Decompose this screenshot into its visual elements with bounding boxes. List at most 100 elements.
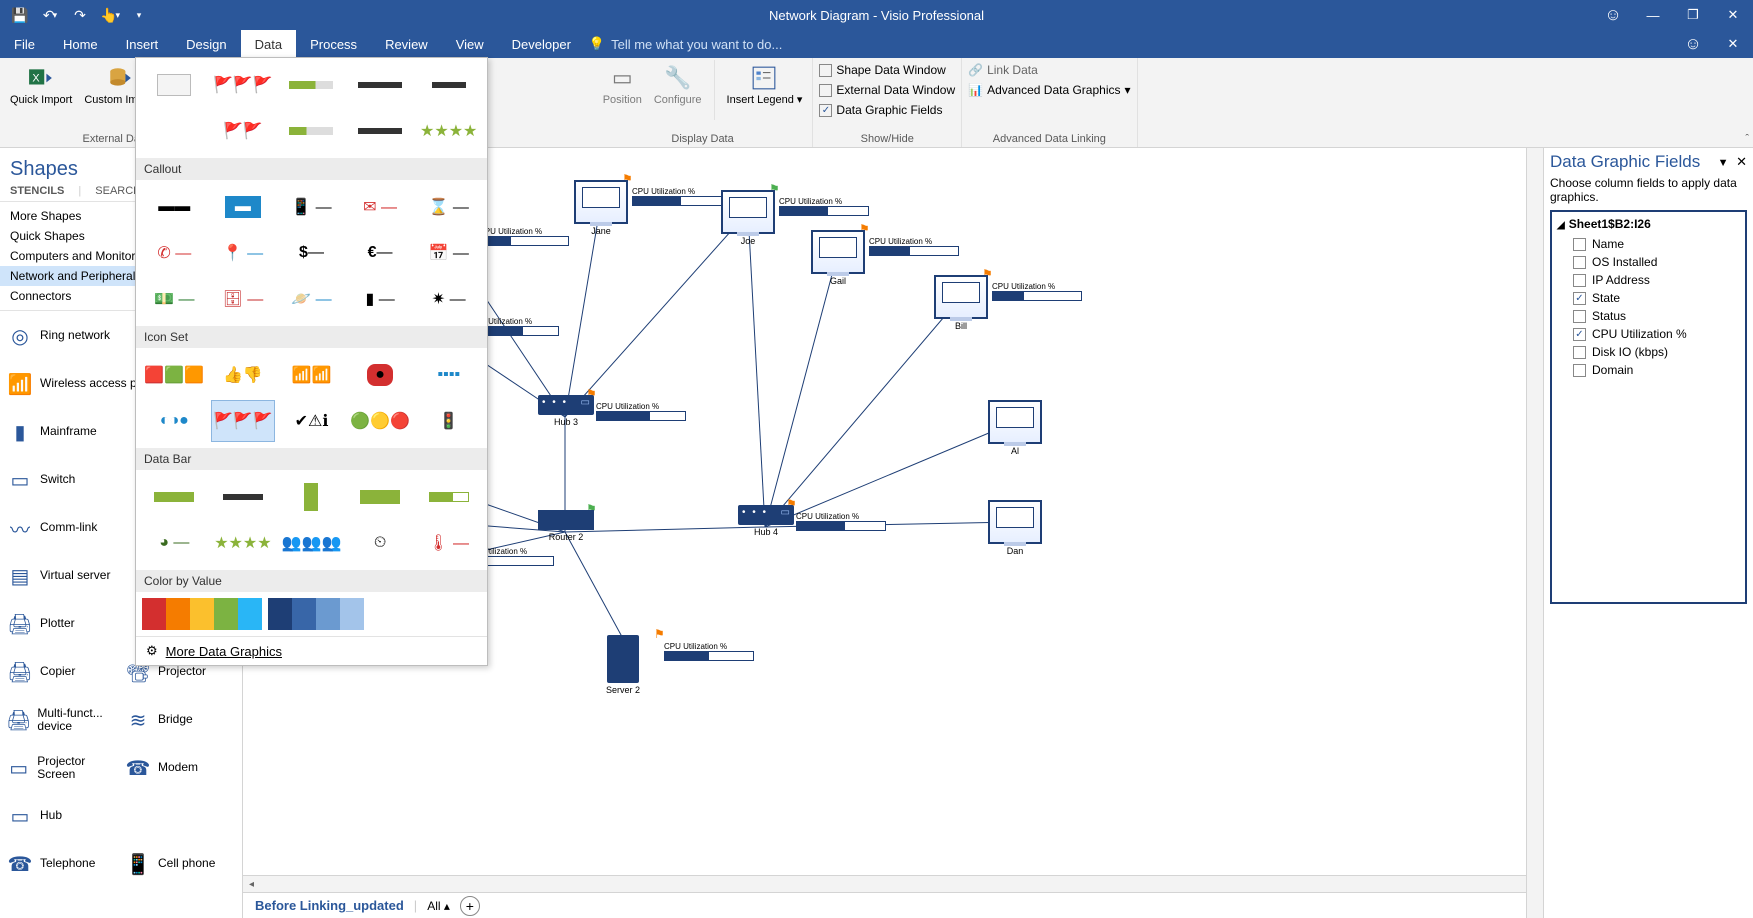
dg-callout-phone2[interactable]: ✆ — [142, 232, 207, 274]
tab-stencils[interactable]: STENCILS [10, 185, 64, 197]
dg-text-2[interactable] [416, 64, 481, 106]
dg-callout-planet[interactable]: 🪐 — [279, 278, 344, 320]
vertical-scrollbar[interactable] [1526, 148, 1543, 918]
dg-icon-toggle[interactable]: ● [348, 354, 413, 396]
link-data-button[interactable]: 🔗Link Data [968, 60, 1038, 80]
dg-callout-calendar[interactable]: 📅 — [416, 232, 481, 274]
dg-icon-pies[interactable]: ◐◑● [142, 400, 207, 442]
dg-bar-people[interactable]: 👥👥👥 [279, 522, 344, 564]
field-checkbox[interactable]: Status [1555, 307, 1742, 325]
add-page-button[interactable]: + [460, 896, 480, 916]
menu-insert[interactable]: Insert [112, 30, 173, 58]
dg-flags-2[interactable]: 🚩🚩 [211, 110, 276, 152]
dg-none[interactable] [142, 64, 207, 106]
dg-progress[interactable] [279, 64, 344, 106]
fields-root[interactable]: ◢Sheet1$B2:I26 [1555, 215, 1742, 235]
shape-item[interactable]: ☎Telephone [6, 850, 118, 878]
restore-icon[interactable]: ❐ [1673, 0, 1713, 30]
dg-icon-traffic[interactable]: 🚦 [416, 400, 481, 442]
sheet-tab-1[interactable]: Before Linking_updated [255, 898, 404, 913]
dg-callout-money[interactable]: 💵 — [142, 278, 207, 320]
dg-text-1[interactable] [348, 64, 413, 106]
shape-item[interactable]: 🖨Multi-funct... device [6, 706, 118, 734]
close-document-icon[interactable]: ✕ [1713, 29, 1753, 59]
dg-progress-2[interactable] [279, 110, 344, 152]
shape-item[interactable]: 📱Cell phone [124, 850, 236, 878]
dg-callout-db[interactable]: 🗄 — [211, 278, 276, 320]
menu-review[interactable]: Review [371, 30, 442, 58]
shape-item[interactable]: ▭Projector Screen [6, 754, 118, 782]
dg-callout-euro[interactable]: € — [348, 232, 413, 274]
field-checkbox[interactable]: OS Installed [1555, 253, 1742, 271]
shape-item[interactable]: ☎Modem [124, 754, 236, 782]
menu-data[interactable]: Data [241, 30, 296, 58]
dg-callout-gear[interactable]: ✷ — [416, 278, 481, 320]
fields-close-icon[interactable]: ✕ [1736, 154, 1747, 169]
menu-file[interactable]: File [0, 30, 49, 58]
tell-me-search[interactable]: 💡 Tell me what you want to do... [589, 30, 782, 58]
field-checkbox[interactable]: IP Address [1555, 271, 1742, 289]
dg-icon-flags[interactable]: 🚩🚩🚩 [211, 400, 276, 442]
dg-icon-lights[interactable]: 🟢🟡🔴 [348, 400, 413, 442]
dg-callout-dollar[interactable]: $ — [279, 232, 344, 274]
shape-item[interactable]: ▭Hub [6, 802, 236, 830]
node-hub4[interactable]: ⚑ CPU Utilization % Hub 4 [738, 505, 794, 537]
qat-customize-icon[interactable]: ▾ [126, 3, 154, 27]
dg-icon-squares[interactable]: ▪▪▪▪ [416, 354, 481, 396]
node-router2[interactable]: ⚑Router 2 [538, 510, 594, 542]
dg-bar-5[interactable] [416, 476, 481, 518]
redo-icon[interactable]: ↷ [66, 3, 94, 27]
field-checkbox[interactable]: ✓CPU Utilization % [1555, 325, 1742, 343]
node-hub3[interactable]: ⚑ CPU Utilization % Hub 3 [538, 395, 594, 427]
feedback-icon[interactable]: ☺ [1593, 0, 1633, 30]
menu-design[interactable]: Design [172, 30, 240, 58]
dg-more-link[interactable]: ⚙More Data Graphics [136, 636, 487, 665]
dg-icon-wifi[interactable]: 📶📶 [279, 354, 344, 396]
advanced-data-graphics-button[interactable]: 📊Advanced Data Graphics ▾ [968, 80, 1130, 100]
dg-icon-thumbs[interactable]: 👍👎 [211, 354, 276, 396]
minimize-icon[interactable]: — [1633, 0, 1673, 30]
menu-process[interactable]: Process [296, 30, 371, 58]
dg-bar-pie[interactable]: ◕ — [142, 522, 207, 564]
dg-callout-chip[interactable]: ▬ [211, 186, 276, 228]
shape-item[interactable]: 🖨Copier [6, 658, 118, 686]
node-al[interactable]: Al [988, 400, 1042, 456]
dg-bar-1[interactable] [142, 476, 207, 518]
field-checkbox[interactable]: ✓State [1555, 289, 1742, 307]
quick-import-button[interactable]: X Quick Import [6, 60, 76, 108]
scroll-left-icon[interactable]: ◂ [243, 879, 260, 890]
dg-bar-2[interactable] [211, 476, 276, 518]
dg-callout-label[interactable]: ▬▬ [142, 186, 207, 228]
dg-stars[interactable]: ★★★★ [416, 110, 481, 152]
dg-bar-gauge[interactable]: ⏲ [348, 522, 413, 564]
dg-callout-hourglass[interactable]: ⌛ — [416, 186, 481, 228]
external-data-window-toggle[interactable]: External Data Window [819, 80, 955, 100]
dg-flags-3[interactable]: 🚩🚩🚩 [211, 64, 276, 106]
save-icon[interactable]: 💾 [6, 3, 34, 27]
dg-bar-4[interactable] [348, 476, 413, 518]
dg-callout-phone[interactable]: 📱 — [279, 186, 344, 228]
dg-callout-pin[interactable]: 📍 — [211, 232, 276, 274]
dg-blank[interactable] [142, 110, 207, 152]
feedback-icon-2[interactable]: ☺ [1673, 29, 1713, 59]
close-icon[interactable]: ✕ [1713, 0, 1753, 30]
insert-legend-button[interactable]: Insert Legend ▾ [723, 60, 807, 108]
menu-developer[interactable]: Developer [498, 30, 585, 58]
dg-color-blues[interactable] [268, 598, 364, 630]
field-checkbox[interactable]: Domain [1555, 361, 1742, 379]
node-server2[interactable]: ⚑ CPU Utilization % Server 2 [606, 635, 640, 695]
dg-bar-stars[interactable]: ★★★★ [211, 522, 276, 564]
shape-data-window-toggle[interactable]: Shape Data Window [819, 60, 945, 80]
dg-callout-server[interactable]: ▮ — [348, 278, 413, 320]
shape-item[interactable]: ≋Bridge [124, 706, 236, 734]
node-gail[interactable]: ⚑ CPU Utilization % Gail [811, 230, 865, 286]
field-checkbox[interactable]: Disk IO (kbps) [1555, 343, 1742, 361]
sheet-all[interactable]: All ▴ [427, 899, 450, 913]
touch-mode-icon[interactable]: 👆▾ [96, 3, 124, 27]
undo-icon[interactable]: ↶▾ [36, 3, 64, 27]
dg-bar-3[interactable] [279, 476, 344, 518]
menu-view[interactable]: View [442, 30, 498, 58]
fields-menu-icon[interactable]: ▼ [1718, 157, 1729, 169]
dg-icon-status[interactable]: ✔⚠ℹ [279, 400, 344, 442]
menu-home[interactable]: Home [49, 30, 112, 58]
